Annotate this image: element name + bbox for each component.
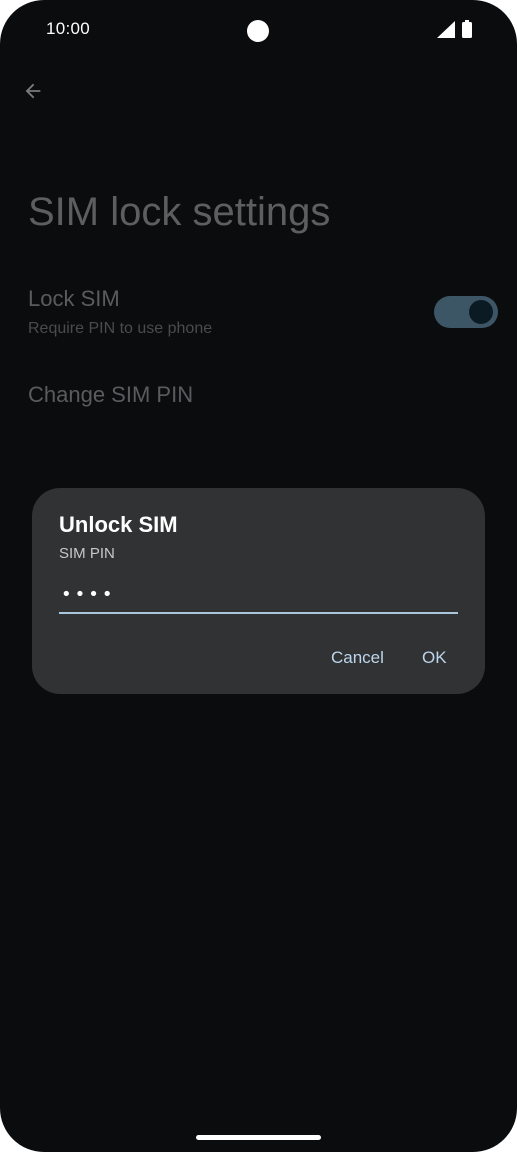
status-bar: 10:00 — [0, 0, 517, 60]
lock-sim-subtitle: Require PIN to use phone — [28, 320, 213, 337]
cancel-button[interactable]: Cancel — [331, 646, 384, 670]
home-indicator[interactable] — [196, 1135, 321, 1140]
back-button[interactable] — [18, 76, 48, 106]
toggle-knob — [469, 300, 493, 324]
lock-sim-title: Lock SIM — [28, 286, 120, 311]
status-time: 10:00 — [46, 19, 91, 38]
arrow-left-icon — [25, 83, 41, 99]
page-title: SIM lock settings — [28, 190, 331, 234]
change-sim-pin-row[interactable]: Change SIM PIN — [0, 378, 517, 418]
lock-sim-row[interactable]: Lock SIM Require PIN to use phone — [0, 284, 517, 348]
change-sim-pin-title: Change SIM PIN — [28, 382, 194, 407]
camera-cutout — [247, 20, 269, 42]
ok-button[interactable]: OK — [422, 646, 447, 670]
phone-screen: 10:00 SIM lock settings Lock SIM Require… — [0, 0, 517, 1152]
dialog-title: Unlock SIM — [59, 512, 178, 537]
signal-icon — [437, 21, 455, 38]
sim-pin-label: SIM PIN — [59, 545, 115, 562]
sim-pin-input[interactable] — [59, 580, 458, 614]
lock-sim-toggle[interactable] — [434, 296, 498, 328]
unlock-sim-dialog: Unlock SIM SIM PIN Cancel OK — [32, 488, 485, 694]
battery-icon — [462, 20, 472, 38]
